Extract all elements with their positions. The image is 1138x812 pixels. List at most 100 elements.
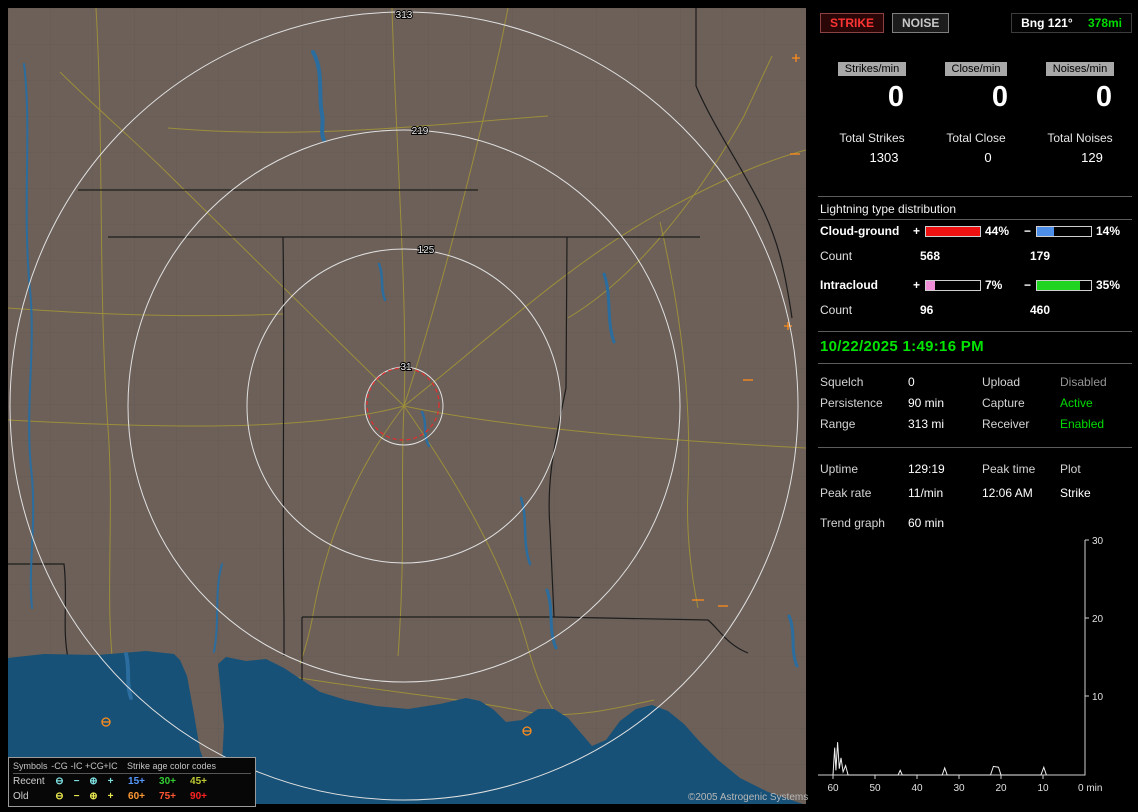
cg-positive-bar — [925, 225, 981, 237]
age-code-30: 30+ — [159, 776, 176, 787]
trend-graph: 60 50 40 30 20 10 0 min 30 20 10 — [818, 536, 1104, 794]
neg-ic-old-icon: − — [73, 791, 80, 802]
age-code-75: 75+ — [159, 791, 176, 802]
legend-recent-row: Recent ⊖ − ⊕ + 15+ 30+ 45+ — [13, 774, 251, 789]
range-value: 313 mi — [908, 417, 945, 431]
uptime-label: Uptime — [820, 462, 859, 476]
persistence-value: 90 min — [908, 396, 945, 410]
plot-label: Plot — [1060, 462, 1081, 476]
ic-positive-pct: 7% — [985, 278, 1003, 292]
neg-ic-recent-icon: − — [73, 776, 80, 787]
legend-symbols-title: Symbols — [13, 761, 48, 771]
legend-col-neg-cg: -CG — [51, 761, 68, 771]
strikes-per-min-value: 0 — [887, 81, 905, 113]
y-tick-20: 20 — [1092, 614, 1104, 625]
cloud-ground-count-row: Count 568 179 — [820, 249, 1138, 263]
cg-negative-bar — [1036, 225, 1092, 237]
x-tick-40: 40 — [911, 783, 923, 794]
y-axis-ticks — [1085, 539, 1089, 697]
cg-positive-pct: 44% — [985, 224, 1010, 238]
rate-labels-row: Strikes/min Close/min Noises/min — [820, 62, 1132, 76]
legend-old-label: Old — [13, 791, 29, 802]
copyright-text: ©2005 Astrogenic Systems — [688, 792, 809, 803]
cg-negative-count: 179 — [1030, 249, 1051, 263]
age-code-60: 60+ — [128, 791, 145, 802]
plot-value: Strike — [1060, 486, 1091, 500]
peak-rate-value: 11/min — [908, 486, 944, 500]
pos-cg-recent-icon: ⊕ — [89, 776, 98, 787]
capture-status: Active — [1060, 396, 1093, 410]
legend-col-pos-cg: +CG — [85, 761, 104, 771]
uptime-value: 129:19 — [908, 462, 945, 476]
cloud-ground-label: Cloud-ground — [820, 224, 900, 238]
age-code-90: 90+ — [190, 791, 207, 802]
status-grid: Squelch 0 Upload Disabled Persistence 90… — [820, 375, 1134, 431]
trend-graph-row: Trend graph 60 min — [820, 516, 1134, 530]
total-close: Total Close 0 — [924, 131, 1028, 165]
panel-top-row: STRIKE NOISE Bng 121° 378mi — [820, 13, 1132, 33]
minus-sign: − — [1023, 278, 1031, 292]
trend-graph-value: 60 min — [908, 516, 945, 530]
ring-label-219: 219 — [412, 126, 429, 137]
peak-time-label: Peak time — [982, 462, 1036, 476]
legend-recent-label: Recent — [13, 776, 45, 787]
map-legend: Symbols -CG -IC +CG +IC Strike age color… — [8, 757, 256, 807]
persistence-label: Persistence — [820, 396, 883, 410]
upload-label: Upload — [982, 375, 1021, 389]
ring-label-313: 313 — [396, 10, 413, 21]
legend-age-title: Strike age color codes — [127, 761, 217, 771]
intracloud-row: Intracloud + 7% − 35% — [820, 278, 1134, 292]
ic-positive-count: 96 — [920, 303, 934, 317]
intracloud-count-row: Count 96 460 — [820, 303, 1138, 317]
x-axis-ticks — [832, 775, 1044, 779]
ic-negative-count: 460 — [1030, 303, 1051, 317]
total-close-value: 0 — [984, 150, 992, 165]
bearing-display: Bng 121° 378mi — [1011, 13, 1132, 33]
total-noises-value: 129 — [1081, 150, 1103, 165]
totals-row: Total Strikes 1303 Total Close 0 Total N… — [820, 131, 1132, 165]
noises-per-min-label: Noises/min — [1045, 62, 1115, 76]
app-window: 313 219 125 31 Symbols -CG -IC +CG +IC S… — [0, 0, 1138, 812]
lightning-map: 313 219 125 31 — [8, 8, 806, 804]
total-close-label: Total Close — [946, 131, 1006, 145]
stats-grid: Uptime 129:19 Peak time Plot Peak rate 1… — [820, 462, 1134, 500]
strike-button[interactable]: STRIKE — [820, 13, 885, 33]
peak-time-value: 12:06 AM — [982, 486, 1033, 500]
range-label: Range — [820, 417, 856, 431]
rate-values-row: 0 0 0 — [820, 81, 1132, 114]
ic-positive-bar — [925, 279, 981, 291]
divider — [818, 219, 1132, 220]
legend-col-pos-ic: +IC — [103, 761, 118, 771]
y-axis-labels: 30 20 10 — [1092, 536, 1104, 703]
intracloud-label: Intracloud — [820, 278, 879, 292]
divider — [818, 196, 1132, 197]
cg-negative-pct: 14% — [1096, 224, 1121, 238]
x-tick-10: 10 — [1037, 783, 1049, 794]
legend-header: Symbols -CG -IC +CG +IC Strike age color… — [13, 759, 251, 774]
pos-ic-recent-icon: + — [107, 776, 114, 787]
graph-axes — [818, 540, 1086, 776]
distribution-title: Lightning type distribution — [820, 202, 957, 216]
receiver-label: Receiver — [982, 417, 1030, 431]
bearing-range: 378mi — [1087, 16, 1122, 30]
plus-sign: + — [912, 278, 920, 292]
age-code-45: 45+ — [190, 776, 207, 787]
ic-negative-bar — [1036, 279, 1092, 291]
status-panel: STRIKE NOISE Bng 121° 378mi Strikes/min … — [812, 0, 1138, 812]
divider — [818, 447, 1132, 448]
total-strikes-value: 1303 — [869, 150, 899, 165]
x-tick-20: 20 — [995, 783, 1007, 794]
cloud-ground-row: Cloud-ground + 44% − 14% — [820, 224, 1134, 238]
noise-button[interactable]: NOISE — [892, 13, 950, 33]
datetime-display: 10/22/2025 1:49:16 PM — [820, 338, 984, 355]
trend-graph-label: Trend graph — [820, 516, 885, 530]
divider — [818, 363, 1132, 364]
x-tick-30: 30 — [953, 783, 965, 794]
total-strikes-label: Total Strikes — [839, 131, 905, 145]
close-per-min-label: Close/min — [944, 62, 1008, 76]
map-canvas: 313 219 125 31 — [8, 8, 806, 804]
divider — [818, 331, 1132, 332]
plus-sign: + — [912, 224, 920, 238]
strikes-per-min-label: Strikes/min — [837, 62, 907, 76]
cg-positive-count: 568 — [920, 249, 941, 263]
